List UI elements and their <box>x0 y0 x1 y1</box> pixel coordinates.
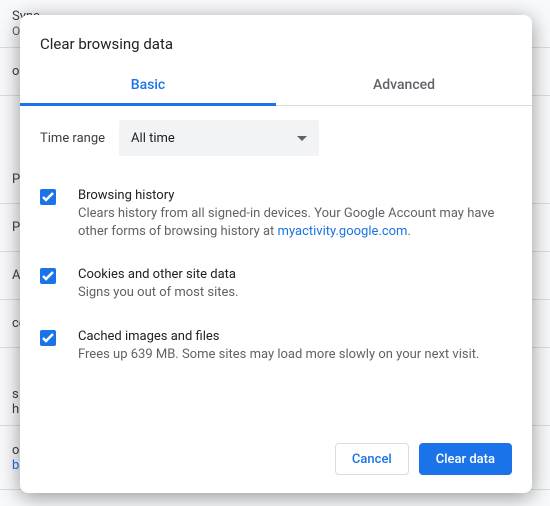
myactivity-link[interactable]: myactivity.google.com <box>278 224 408 239</box>
option-cache: Cached images and files Frees up 639 MB.… <box>40 321 512 382</box>
time-range-value: All time <box>131 131 175 146</box>
option-desc: Signs you out of most sites. <box>78 284 512 302</box>
option-browsing-history: Browsing history Clears history from all… <box>40 180 512 259</box>
option-desc: Frees up 639 MB. Some sites may load mor… <box>78 346 512 364</box>
option-title: Browsing history <box>78 188 512 203</box>
time-range-select[interactable]: All time <box>119 120 319 156</box>
time-range-row: Time range All time <box>40 120 512 156</box>
option-desc: Clears history from all signed-in device… <box>78 205 512 241</box>
time-range-label: Time range <box>40 131 105 146</box>
option-text: Browsing history Clears history from all… <box>78 188 512 241</box>
check-icon <box>42 271 54 281</box>
option-text: Cached images and files Frees up 639 MB.… <box>78 329 512 364</box>
tab-advanced[interactable]: Advanced <box>276 65 532 105</box>
dialog-footer: Cancel Clear data <box>20 429 532 493</box>
option-text: Cookies and other site data Signs you ou… <box>78 267 512 302</box>
cancel-button[interactable]: Cancel <box>335 443 409 475</box>
checkbox-cache[interactable] <box>40 330 56 346</box>
option-title: Cached images and files <box>78 329 512 344</box>
option-title: Cookies and other site data <box>78 267 512 282</box>
checkbox-cookies[interactable] <box>40 268 56 284</box>
clear-data-button[interactable]: Clear data <box>419 443 512 475</box>
tab-basic[interactable]: Basic <box>20 65 276 105</box>
check-icon <box>42 333 54 343</box>
dialog-content: Time range All time Browsing history Cle… <box>20 106 532 429</box>
check-icon <box>42 192 54 202</box>
dialog-title: Clear browsing data <box>20 15 532 65</box>
chevron-down-icon <box>297 136 307 141</box>
tabs: Basic Advanced <box>20 65 532 106</box>
checkbox-browsing-history[interactable] <box>40 189 56 205</box>
option-cookies: Cookies and other site data Signs you ou… <box>40 259 512 320</box>
clear-browsing-data-dialog: Clear browsing data Basic Advanced Time … <box>20 15 532 493</box>
